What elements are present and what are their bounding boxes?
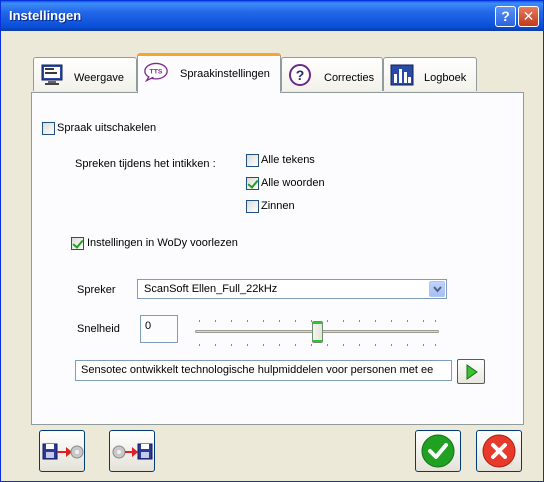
chevron-down-icon[interactable] xyxy=(429,281,445,297)
sentences-checkbox[interactable] xyxy=(246,200,259,213)
play-button[interactable] xyxy=(457,359,485,384)
speaker-value: ScanSoft Ellen_Full_22kHz xyxy=(144,283,278,295)
tab-logboek-label: Logboek xyxy=(424,72,467,84)
ok-button[interactable] xyxy=(415,430,461,472)
speed-label: Snelheid xyxy=(77,323,120,335)
bar-chart-icon xyxy=(390,64,414,86)
speaker-select[interactable]: ScanSoft Ellen_Full_22kHz xyxy=(137,279,447,299)
export-settings-button[interactable] xyxy=(39,430,85,472)
speed-slider[interactable] xyxy=(195,319,439,347)
preview-text-field[interactable]: Sensotec ontwikkelt technologische hulpm… xyxy=(75,360,452,381)
checkmark-icon xyxy=(421,434,455,468)
tab-weergave[interactable]: Weergave xyxy=(33,57,137,91)
question-icon: ? xyxy=(289,64,311,86)
speaker-label: Spreker xyxy=(77,284,116,296)
cancel-button[interactable] xyxy=(476,430,522,472)
help-icon[interactable]: ? xyxy=(495,6,516,27)
all-characters-label: Alle tekens xyxy=(261,154,315,166)
import-settings-button[interactable] xyxy=(109,430,155,472)
slider-ticks-bottom xyxy=(199,344,436,346)
tab-correcties-label: Correcties xyxy=(324,72,375,84)
tab-correcties[interactable]: ? Correcties xyxy=(281,57,383,91)
read-settings-checkbox[interactable] xyxy=(71,237,84,250)
title-bar[interactable]: Instellingen ? ✕ xyxy=(1,1,543,31)
slider-thumb[interactable] xyxy=(312,321,323,343)
import-gear-icon xyxy=(112,443,153,460)
disable-speech-checkbox[interactable] xyxy=(42,122,55,135)
tab-spraakinstellingen-label: Spraakinstellingen xyxy=(180,68,270,80)
tts-icon: TTS xyxy=(144,62,168,83)
close-icon[interactable]: ✕ xyxy=(518,6,539,27)
window-title: Instellingen xyxy=(9,8,82,23)
disable-speech-label: Spraak uitschakelen xyxy=(57,122,157,134)
read-settings-label: Instellingen in WoDy voorlezen xyxy=(87,237,238,249)
all-words-checkbox[interactable] xyxy=(246,177,259,190)
export-gear-icon xyxy=(42,443,84,460)
cancel-x-icon xyxy=(482,434,516,468)
speed-value-field[interactable]: 0 xyxy=(140,315,178,343)
svg-text:TTS: TTS xyxy=(150,69,163,76)
play-icon xyxy=(466,364,478,380)
svg-text:?: ? xyxy=(296,67,305,83)
tab-logboek[interactable]: Logboek xyxy=(383,57,477,91)
tab-spraakinstellingen[interactable]: TTS Spraakinstellingen xyxy=(137,53,281,93)
preview-text: Sensotec ontwikkelt technologische hulpm… xyxy=(81,364,434,376)
all-characters-checkbox[interactable] xyxy=(246,154,259,167)
sentences-label: Zinnen xyxy=(261,200,295,212)
speak-while-typing-label: Spreken tijdens het intikken : xyxy=(75,158,216,170)
settings-window: Instellingen ? ✕ Weergave TTS Spraakinst… xyxy=(0,0,544,482)
all-words-label: Alle woorden xyxy=(261,177,325,189)
speed-value: 0 xyxy=(145,320,152,332)
monitor-icon xyxy=(41,64,63,85)
tab-weergave-label: Weergave xyxy=(74,72,124,84)
